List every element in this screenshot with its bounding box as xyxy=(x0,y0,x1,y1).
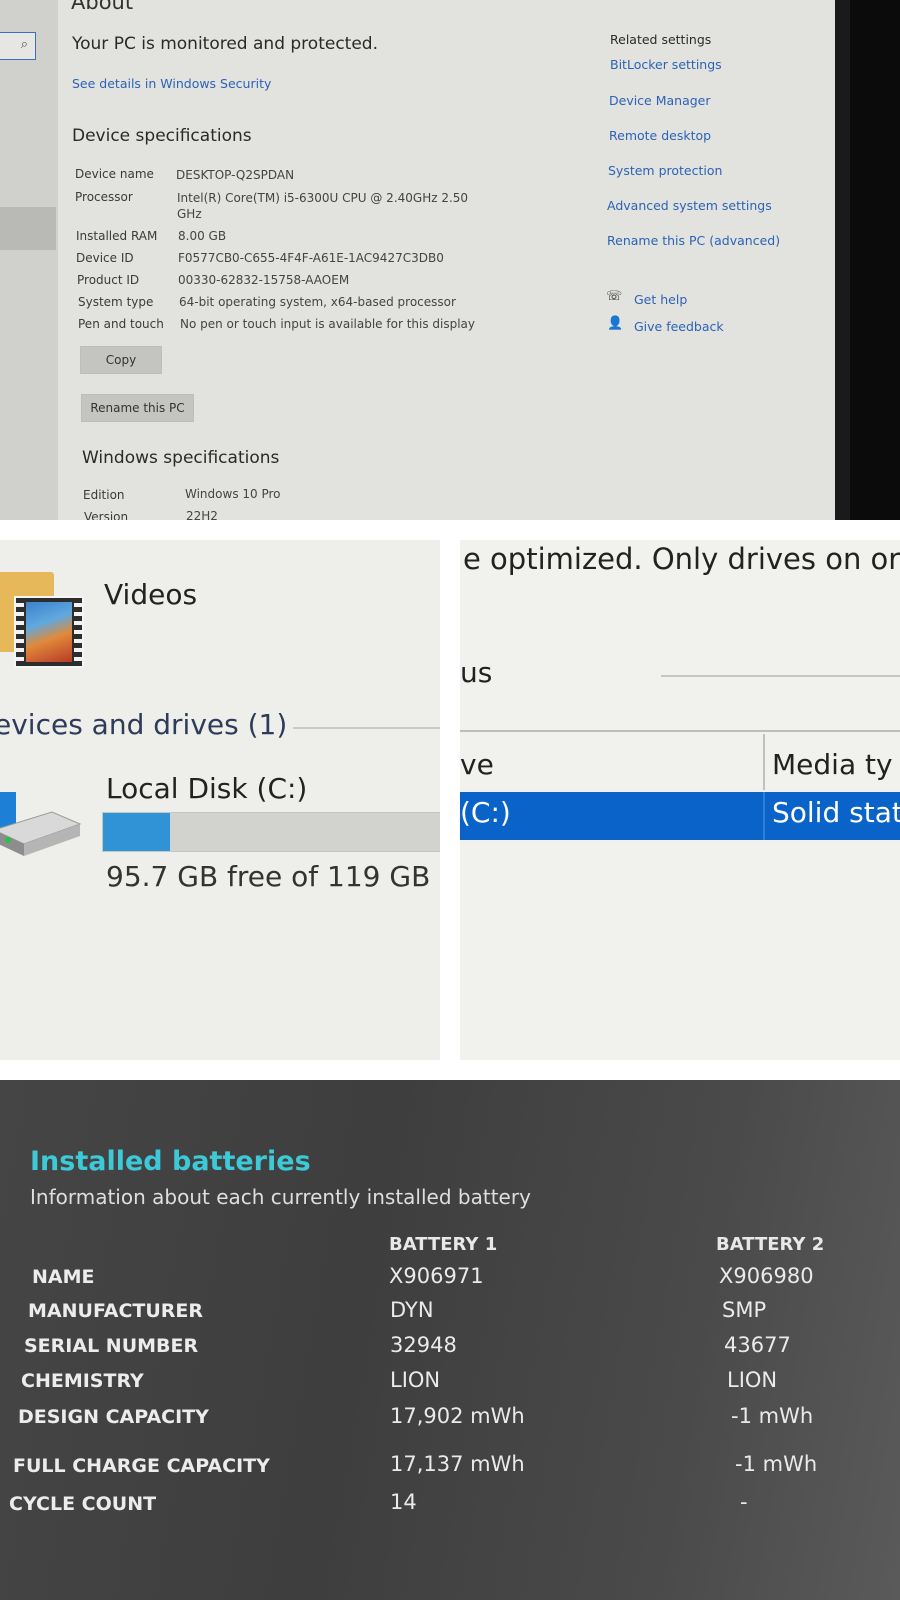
win-spec-value-edition: Windows 10 Pro xyxy=(185,487,281,501)
installed-batteries-title: Installed batteries xyxy=(30,1146,311,1177)
local-disk-label[interactable]: Local Disk (C:) xyxy=(106,772,307,805)
spec-value-processor: Intel(R) Core(TM) i5-6300U CPU @ 2.40GHz… xyxy=(177,191,469,205)
column-header-drive[interactable]: ve xyxy=(460,748,494,781)
status-divider xyxy=(661,675,900,677)
row-label-serial-number: SERIAL NUMBER xyxy=(24,1335,199,1357)
bitlocker-settings-link[interactable]: BitLocker settings xyxy=(610,57,722,72)
win-spec-label-version: Version xyxy=(84,510,129,520)
sidebar-selected-item[interactable] xyxy=(0,207,56,250)
battery-report-panel: Installed batteries Information about ea… xyxy=(0,1080,900,1600)
remote-desktop-link[interactable]: Remote desktop xyxy=(609,128,711,143)
devices-drives-heading[interactable]: evices and drives (1) xyxy=(0,708,287,741)
spec-label-processor: Processor xyxy=(75,190,133,204)
protection-status-text: Your PC is monitored and protected. xyxy=(72,34,378,54)
column-divider[interactable] xyxy=(763,734,765,790)
system-protection-link[interactable]: System protection xyxy=(608,163,722,178)
spec-label-system-type: System type xyxy=(78,295,154,309)
rename-pc-button[interactable]: Rename this PC xyxy=(81,394,194,422)
disk-free-space-text: 95.7 GB free of 119 GB xyxy=(106,860,431,893)
battery2-design-capacity: -1 mWh xyxy=(731,1404,814,1428)
device-specs-heading: Device specifications xyxy=(72,126,252,146)
battery1-cycle-count: 14 xyxy=(390,1490,417,1514)
related-settings-heading: Related settings xyxy=(610,32,712,47)
row-label-cycle-count: CYCLE COUNT xyxy=(9,1493,157,1515)
drive-cell-media-type: Solid stat xyxy=(772,796,900,829)
rename-pc-advanced-link[interactable]: Rename this PC (advanced) xyxy=(607,233,780,248)
column-header-battery-1: BATTERY 1 xyxy=(389,1234,498,1255)
row-cell-divider xyxy=(763,792,765,840)
row-label-full-charge-capacity: FULL CHARGE CAPACITY xyxy=(13,1455,270,1477)
spec-label-ram: Installed RAM xyxy=(76,229,158,243)
videos-folder-label[interactable]: Videos xyxy=(104,578,197,611)
spec-value-ram: 8.00 GB xyxy=(178,229,227,243)
windows-security-link[interactable]: See details in Windows Security xyxy=(72,76,271,91)
battery1-full-charge-capacity: 17,137 mWh xyxy=(390,1452,525,1476)
section-divider xyxy=(293,727,440,729)
win-spec-value-version: 22H2 xyxy=(186,509,218,520)
spec-value-system-type: 64-bit operating system, x64-based proce… xyxy=(179,295,456,309)
battery1-chemistry: LION xyxy=(390,1368,441,1392)
battery2-full-charge-capacity: -1 mWh xyxy=(735,1452,818,1476)
feedback-icon: 👤 xyxy=(607,316,624,331)
spec-value-product-id: 00330-62832-15758-AAOEM xyxy=(178,273,350,287)
windows-specs-heading: Windows specifications xyxy=(82,448,280,468)
spec-label-device-id: Device ID xyxy=(76,251,134,265)
spec-value-device-name: DESKTOP-Q2SPDAN xyxy=(176,168,295,182)
spec-value-device-id: F0577CB0-C655-4F4F-A61E-1AC9427C3DB0 xyxy=(178,251,444,265)
device-manager-link[interactable]: Device Manager xyxy=(609,93,711,108)
spec-value-processor-cont: GHz xyxy=(177,207,202,221)
spec-label-product-id: Product ID xyxy=(77,273,140,287)
get-help-icon: ☏ xyxy=(606,289,623,304)
column-header-battery-2: BATTERY 2 xyxy=(716,1234,825,1255)
hard-drive-icon xyxy=(0,811,82,856)
drive-cell-name: (C:) xyxy=(460,796,511,829)
battery1-name: X906971 xyxy=(389,1264,484,1288)
battery2-name: X906980 xyxy=(719,1264,814,1288)
about-settings-panel: ⌕ About Your PC is monitored and protect… xyxy=(0,0,900,520)
optimize-description-text: e optimized. Only drives on or xyxy=(463,542,900,576)
search-icon: ⌕ xyxy=(20,37,28,52)
file-explorer-panel: Videos evices and drives (1) Local Disk … xyxy=(0,540,440,1060)
column-header-media-type[interactable]: Media ty xyxy=(772,748,893,781)
status-heading: us xyxy=(460,656,493,689)
page-title: About xyxy=(71,0,134,14)
spec-label-device-name: Device name xyxy=(75,167,154,181)
spec-label-pen-touch: Pen and touch xyxy=(78,317,164,331)
battery2-chemistry: LION xyxy=(727,1368,778,1392)
settings-sidebar xyxy=(0,0,58,520)
optimize-drives-panel: e optimized. Only drives on or us ve Med… xyxy=(460,540,900,1060)
battery2-manufacturer: SMP xyxy=(722,1298,767,1322)
row-label-chemistry: CHEMISTRY xyxy=(21,1370,144,1392)
row-label-design-capacity: DESIGN CAPACITY xyxy=(18,1406,209,1428)
spec-value-pen-touch: No pen or touch input is available for t… xyxy=(180,317,476,331)
battery2-cycle-count: - xyxy=(740,1490,748,1514)
battery1-manufacturer: DYN xyxy=(390,1298,434,1322)
film-strip-icon xyxy=(14,596,84,668)
row-label-name: NAME xyxy=(32,1266,95,1288)
battery2-serial: 43677 xyxy=(724,1333,791,1357)
monitor-bezel-dark xyxy=(850,0,900,520)
advanced-system-settings-link[interactable]: Advanced system settings xyxy=(607,198,772,213)
disk-usage-bar xyxy=(102,812,440,852)
get-help-link[interactable]: Get help xyxy=(634,292,687,307)
battery1-serial: 32948 xyxy=(390,1333,457,1357)
copy-button[interactable]: Copy xyxy=(80,346,162,374)
win-spec-label-edition: Edition xyxy=(83,488,125,502)
disk-usage-fill xyxy=(103,813,170,851)
give-feedback-link[interactable]: Give feedback xyxy=(634,319,724,334)
settings-search-box[interactable]: ⌕ xyxy=(0,32,36,60)
table-header-divider xyxy=(460,730,900,732)
installed-batteries-subtitle: Information about each currently install… xyxy=(30,1185,531,1209)
row-label-manufacturer: MANUFACTURER xyxy=(28,1300,204,1322)
battery1-design-capacity: 17,902 mWh xyxy=(390,1404,525,1428)
